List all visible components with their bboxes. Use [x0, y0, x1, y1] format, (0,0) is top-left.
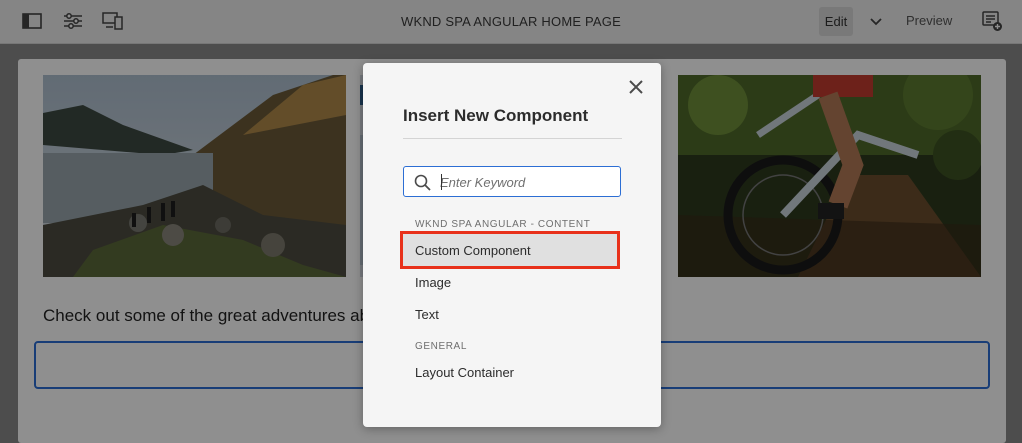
component-item-layout-container[interactable]: Layout Container	[403, 356, 621, 388]
search-input[interactable]	[440, 171, 614, 193]
keyword-search-field[interactable]	[403, 166, 621, 197]
search-icon	[414, 174, 431, 191]
component-item-custom-component[interactable]: Custom Component	[400, 231, 620, 269]
divider	[403, 138, 622, 139]
close-icon[interactable]	[627, 78, 645, 96]
component-item-text[interactable]: Text	[403, 298, 621, 330]
text-caret	[441, 174, 442, 190]
group-heading-general: GENERAL	[415, 341, 467, 352]
insert-component-dialog: Insert New Component WKND SPA ANGULAR - …	[363, 63, 661, 427]
component-item-image[interactable]: Image	[403, 266, 621, 298]
group-heading-content: WKND SPA ANGULAR - CONTENT	[415, 219, 591, 230]
dialog-title: Insert New Component	[403, 106, 589, 125]
